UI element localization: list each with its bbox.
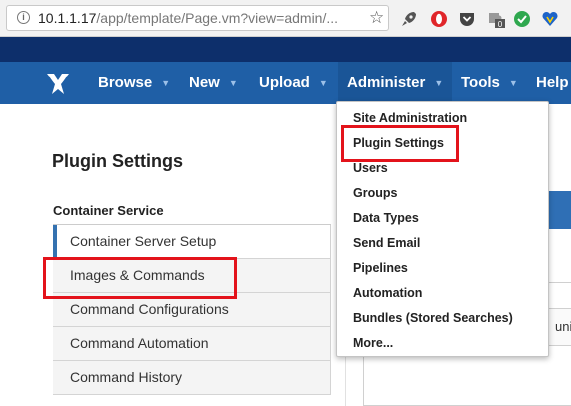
rocket-icon[interactable] — [400, 10, 418, 28]
header-band — [0, 37, 571, 62]
menu-item-users[interactable]: Users — [353, 161, 388, 175]
nav-new[interactable]: New ▼ — [189, 62, 238, 104]
panel-header — [548, 191, 571, 229]
nav-tools[interactable]: Tools ▼ — [461, 62, 518, 104]
chevron-down-icon: ▼ — [228, 78, 238, 89]
browser-toolbar: i 10.1.1.17/app/template/Page.vm?view=ad… — [0, 0, 571, 37]
nav-administer[interactable]: Administer ▼ — [338, 62, 453, 104]
sidebar-item-command-history[interactable]: Command History — [53, 361, 331, 395]
nav-upload-label: Upload — [259, 74, 310, 91]
url-path: /app/template/Page.vm?view=admin/... — [96, 10, 339, 26]
url-host: 10.1.1.17 — [38, 10, 97, 26]
vpn-heart-icon[interactable] — [541, 10, 559, 28]
section-heading: Container Service — [53, 203, 164, 218]
table-cell: uni — [548, 308, 571, 346]
menu-item-data-types[interactable]: Data Types — [353, 211, 419, 225]
address-bar[interactable]: i 10.1.1.17/app/template/Page.vm?view=ad… — [6, 5, 389, 31]
opera-icon[interactable] — [430, 10, 448, 28]
nav-help-label: Help — [536, 74, 569, 91]
menu-item-more[interactable]: More... — [353, 336, 393, 350]
highlight-images-commands — [43, 257, 237, 299]
url-text[interactable]: 10.1.1.17/app/template/Page.vm?view=admi… — [38, 10, 338, 26]
info-icon[interactable]: i — [17, 11, 30, 24]
pocket-icon[interactable] — [458, 10, 476, 28]
menu-item-automation[interactable]: Automation — [353, 286, 422, 300]
nav-new-label: New — [189, 74, 220, 91]
menu-item-groups[interactable]: Groups — [353, 186, 397, 200]
sidebar-item-container-server-setup[interactable]: Container Server Setup — [53, 225, 331, 259]
chevron-down-icon: ▼ — [318, 78, 328, 89]
check-icon[interactable] — [513, 10, 531, 28]
top-nav: Browse ▼ New ▼ Upload ▼ Administer ▼ Tools ▼ … — [0, 62, 571, 104]
puzzle-badge-icon[interactable]: 0 — [487, 10, 505, 28]
bookmark-star-icon[interactable]: ☆ — [369, 8, 384, 28]
chevron-down-icon: ▼ — [161, 78, 171, 89]
highlight-plugin-settings — [341, 125, 459, 162]
menu-item-send-email[interactable]: Send Email — [353, 236, 420, 250]
nav-browse-label: Browse — [98, 74, 153, 91]
xnat-logo[interactable] — [43, 68, 73, 98]
chevron-down-icon: ▼ — [434, 78, 444, 89]
nav-upload[interactable]: Upload ▼ — [259, 62, 328, 104]
extension-badge-count: 0 — [498, 20, 503, 28]
chevron-down-icon: ▼ — [508, 78, 518, 89]
nav-administer-label: Administer — [347, 74, 426, 91]
sidebar-item-command-automation[interactable]: Command Automation — [53, 327, 331, 361]
nav-browse[interactable]: Browse ▼ — [98, 62, 170, 104]
nav-tools-label: Tools — [461, 74, 500, 91]
page-title: Plugin Settings — [52, 151, 184, 171]
menu-item-pipelines[interactable]: Pipelines — [353, 261, 408, 275]
menu-item-bundles[interactable]: Bundles (Stored Searches) — [353, 311, 513, 325]
menu-item-site-administration[interactable]: Site Administration — [353, 111, 467, 125]
nav-help[interactable]: Help — [536, 62, 569, 104]
